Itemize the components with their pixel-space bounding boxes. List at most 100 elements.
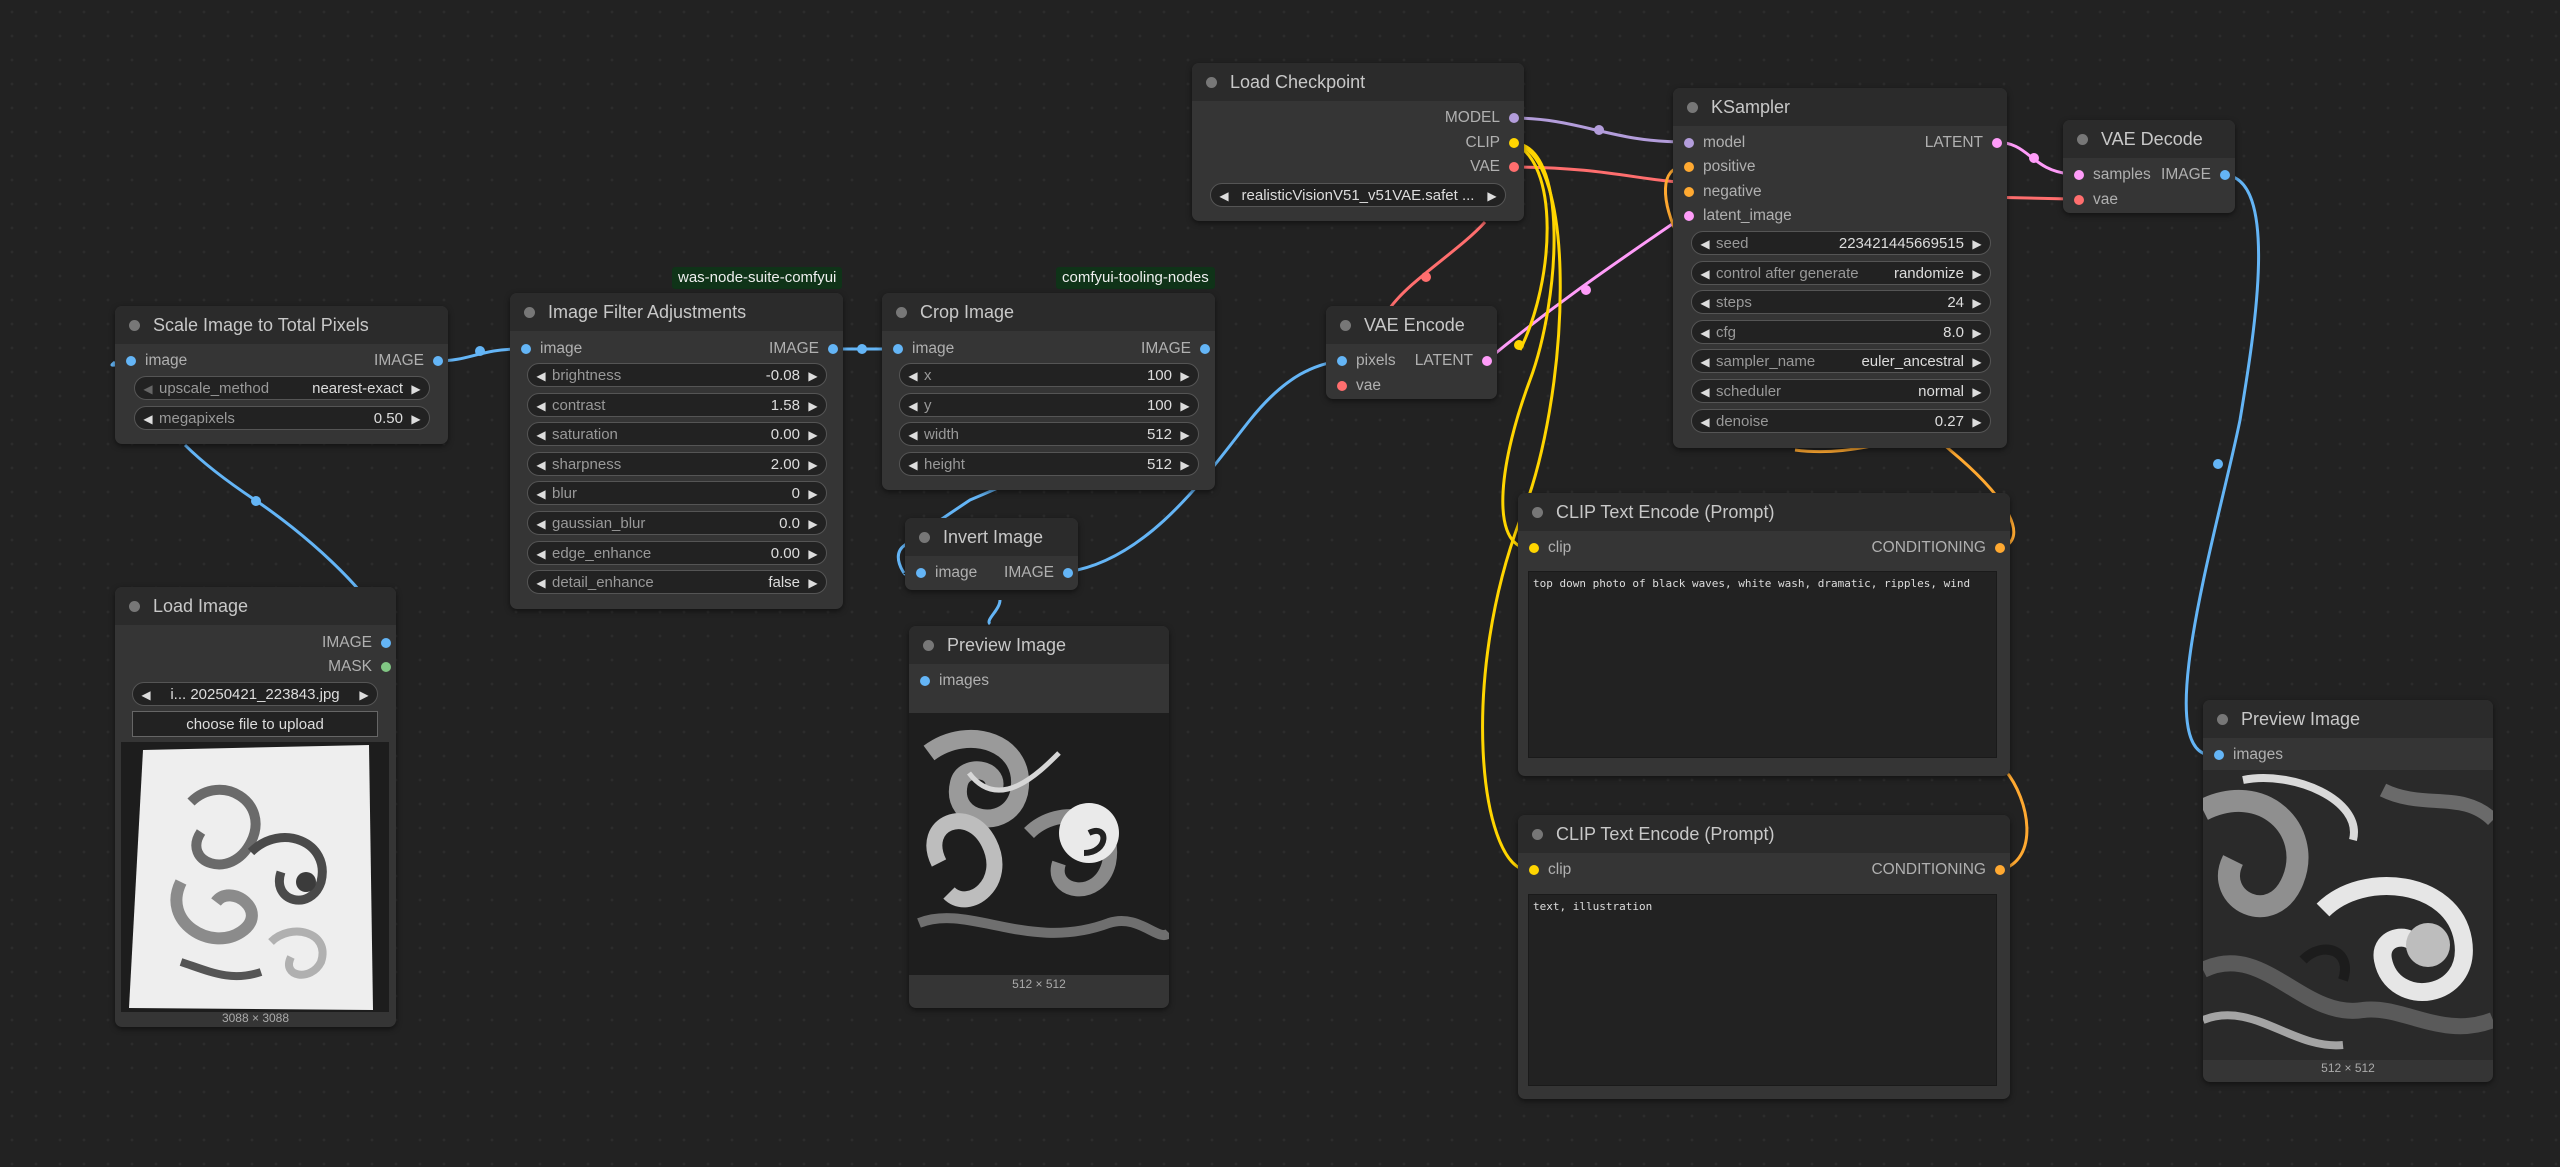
output-image[interactable]: IMAGE xyxy=(769,338,838,360)
input-positive[interactable]: positive xyxy=(1684,156,1756,178)
widget-height[interactable]: ◀ height 512 ▶ xyxy=(899,452,1199,477)
widget-scheduler[interactable]: ◀ scheduler normal ▶ xyxy=(1691,379,1991,403)
increment-arrow-icon[interactable]: ▶ xyxy=(804,423,822,447)
decrement-arrow-icon[interactable]: ◀ xyxy=(532,394,550,418)
increment-arrow-icon[interactable]: ▶ xyxy=(1968,321,1986,345)
output-mask[interactable]: MASK xyxy=(328,656,391,678)
input-images[interactable]: images xyxy=(920,670,989,692)
increment-arrow-icon[interactable]: ▶ xyxy=(804,512,822,536)
widget-sharpness[interactable]: ◀ sharpness 2.00 ▶ xyxy=(527,451,827,477)
node-invert-image[interactable]: Invert Image image IMAGE xyxy=(905,518,1078,590)
widget-detail-enhance[interactable]: ◀ detail_enhance false ▶ xyxy=(527,570,827,595)
decrement-arrow-icon[interactable]: ◀ xyxy=(904,453,922,477)
increment-arrow-icon[interactable]: ▶ xyxy=(1968,262,1986,286)
node-crop-image[interactable]: Crop Image image IMAGE ◀ x 100 ▶ ◀ y 100 ▶ ◀ widt… xyxy=(882,293,1215,490)
increment-arrow-icon[interactable]: ▶ xyxy=(804,542,822,566)
prompt-textarea[interactable]: text, illustration xyxy=(1528,894,1997,1086)
widget-gaussian-blur[interactable]: ◀ gaussian_blur 0.0 ▶ xyxy=(527,511,827,535)
output-image[interactable]: IMAGE xyxy=(322,632,391,654)
output-clip[interactable]: CLIP xyxy=(1466,132,1519,154)
input-negative[interactable]: negative xyxy=(1684,181,1762,203)
decrement-arrow-icon[interactable]: ◀ xyxy=(532,423,550,447)
input-image[interactable]: image xyxy=(893,338,954,360)
increment-arrow-icon[interactable]: ▶ xyxy=(1176,423,1194,447)
decrement-arrow-icon[interactable]: ◀ xyxy=(532,482,550,506)
decrement-arrow-icon[interactable]: ◀ xyxy=(1696,380,1714,404)
input-vae[interactable]: vae xyxy=(1337,375,1381,397)
output-conditioning[interactable]: CONDITIONING xyxy=(1871,859,2005,881)
increment-arrow-icon[interactable]: ▶ xyxy=(804,364,822,388)
node-collapse-dot[interactable] xyxy=(524,307,535,318)
increment-arrow-icon[interactable]: ▶ xyxy=(1968,350,1986,374)
node-clip-text-encode-negative[interactable]: CLIP Text Encode (Prompt) clip CONDITION… xyxy=(1518,815,2010,1099)
output-image[interactable]: IMAGE xyxy=(1004,562,1073,584)
decrement-arrow-icon[interactable]: ◀ xyxy=(1696,232,1714,256)
node-collapse-dot[interactable] xyxy=(1206,77,1217,88)
widget-ckpt-name[interactable]: ◀ realisticVisionV51_v51VAE.safet ... ▶ xyxy=(1210,183,1506,207)
node-preview-image-1[interactable]: Preview Image images 512 × 512 xyxy=(909,626,1169,1008)
node-collapse-dot[interactable] xyxy=(129,320,140,331)
decrement-arrow-icon[interactable]: ◀ xyxy=(1696,291,1714,315)
decrement-arrow-icon[interactable]: ◀ xyxy=(532,453,550,477)
decrement-arrow-icon[interactable]: ◀ xyxy=(904,364,922,388)
decrement-arrow-icon[interactable]: ◀ xyxy=(1696,321,1714,345)
output-vae[interactable]: VAE xyxy=(1470,156,1519,178)
decrement-arrow-icon[interactable]: ◀ xyxy=(904,394,922,418)
input-clip[interactable]: clip xyxy=(1529,537,1571,559)
widget-x[interactable]: ◀ x 100 ▶ xyxy=(899,363,1199,387)
node-scale-image[interactable]: Scale Image to Total Pixels image IMAGE … xyxy=(115,306,448,444)
input-images[interactable]: images xyxy=(2214,744,2283,766)
node-load-checkpoint[interactable]: Load Checkpoint MODEL CLIP VAE ◀ realisti… xyxy=(1192,63,1524,221)
widget-saturation[interactable]: ◀ saturation 0.00 ▶ xyxy=(527,422,827,447)
node-collapse-dot[interactable] xyxy=(129,601,140,612)
increment-arrow-icon[interactable]: ▶ xyxy=(1176,453,1194,477)
widget-blur[interactable]: ◀ blur 0 ▶ xyxy=(527,481,827,506)
input-image[interactable]: image xyxy=(916,562,977,584)
input-samples[interactable]: samples xyxy=(2074,164,2151,186)
prompt-textarea[interactable]: top down photo of black waves, white was… xyxy=(1528,571,1997,758)
increment-arrow-icon[interactable]: ▶ xyxy=(1968,410,1986,434)
node-preview-image-2[interactable]: Preview Image images 512 × 512 xyxy=(2203,700,2493,1082)
node-vae-encode[interactable]: VAE Encode pixels vae LATENT xyxy=(1326,306,1497,399)
widget-sampler-name[interactable]: ◀ sampler_name euler_ancestral ▶ xyxy=(1691,349,1991,374)
input-pixels[interactable]: pixels xyxy=(1337,350,1396,372)
node-collapse-dot[interactable] xyxy=(896,307,907,318)
node-load-image[interactable]: Load Image IMAGE MASK ◀ i... 20250421_223… xyxy=(115,587,396,1027)
decrement-arrow-icon[interactable]: ◀ xyxy=(532,512,550,536)
increment-arrow-icon[interactable]: ▶ xyxy=(1968,380,1986,404)
widget-seed[interactable]: ◀ seed 223421445669515 ▶ xyxy=(1691,231,1991,255)
input-image[interactable]: image xyxy=(521,338,582,360)
output-model[interactable]: MODEL xyxy=(1445,107,1519,129)
widget-y[interactable]: ◀ y 100 ▶ xyxy=(899,392,1199,418)
increment-arrow-icon[interactable]: ▶ xyxy=(1176,364,1194,388)
widget-image-file[interactable]: ◀ i... 20250421_223843.jpg ▶ xyxy=(132,682,378,706)
widget-megapixels[interactable]: ◀ megapixels 0.50 ▶ xyxy=(134,406,430,430)
node-ksampler[interactable]: KSampler model positive negative latent_… xyxy=(1673,88,2007,448)
increment-arrow-icon[interactable]: ▶ xyxy=(1968,291,1986,315)
node-collapse-dot[interactable] xyxy=(919,532,930,543)
output-image[interactable]: IMAGE xyxy=(1141,338,1210,360)
input-image[interactable]: image xyxy=(126,350,187,372)
output-latent[interactable]: LATENT xyxy=(1415,350,1492,372)
node-collapse-dot[interactable] xyxy=(1687,102,1698,113)
node-collapse-dot[interactable] xyxy=(1340,320,1351,331)
input-vae[interactable]: vae xyxy=(2074,189,2118,211)
output-latent[interactable]: LATENT xyxy=(1925,132,2002,154)
node-collapse-dot[interactable] xyxy=(1532,507,1543,518)
input-latent-image[interactable]: latent_image xyxy=(1684,205,1792,227)
widget-brightness[interactable]: ◀ brightness -0.08 ▶ xyxy=(527,363,827,387)
widget-control-after-generate[interactable]: ◀ control after generate randomize ▶ xyxy=(1691,260,1991,286)
widget-contrast[interactable]: ◀ contrast 1.58 ▶ xyxy=(527,392,827,418)
output-image[interactable]: IMAGE xyxy=(374,350,443,372)
increment-arrow-icon[interactable]: ▶ xyxy=(804,453,822,477)
decrement-arrow-icon[interactable]: ◀ xyxy=(532,364,550,388)
node-vae-decode[interactable]: VAE Decode samples vae IMAGE xyxy=(2063,120,2235,213)
decrement-arrow-icon[interactable]: ◀ xyxy=(1696,410,1714,434)
node-clip-text-encode-positive[interactable]: CLIP Text Encode (Prompt) clip CONDITION… xyxy=(1518,493,2010,776)
node-collapse-dot[interactable] xyxy=(2077,134,2088,145)
increment-arrow-icon[interactable]: ▶ xyxy=(804,482,822,506)
widget-denoise[interactable]: ◀ denoise 0.27 ▶ xyxy=(1691,408,1991,434)
node-collapse-dot[interactable] xyxy=(923,640,934,651)
increment-arrow-icon[interactable]: ▶ xyxy=(1968,232,1986,256)
increment-arrow-icon[interactable]: ▶ xyxy=(1176,394,1194,418)
